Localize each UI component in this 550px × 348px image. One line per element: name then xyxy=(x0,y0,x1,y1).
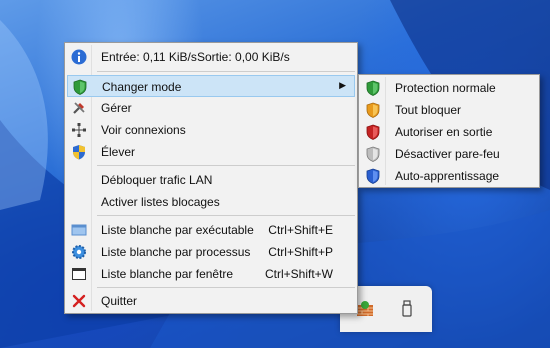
whitelist-exe-label: Liste blanche par exécutable xyxy=(101,223,254,237)
normal-protection-label: Protection normale xyxy=(395,81,496,95)
submenu-item-allow-outbound[interactable]: Autoriser en sortie xyxy=(361,121,537,143)
menu-item-quit[interactable]: Quitter xyxy=(67,290,355,312)
manage-label: Gérer xyxy=(101,101,132,115)
separator xyxy=(97,215,355,216)
gear-icon xyxy=(72,245,86,259)
quit-label: Quitter xyxy=(101,294,138,308)
submenu-item-normal-protection[interactable]: Protection normale xyxy=(361,77,537,99)
whitelist-process-label: Liste blanche par processus xyxy=(101,245,251,259)
firewall-tray-icon[interactable] xyxy=(356,300,374,318)
window-icon xyxy=(72,268,86,280)
uac-shield-icon xyxy=(73,145,85,160)
separator xyxy=(97,287,355,288)
view-connections-label: Voir connexions xyxy=(101,123,186,137)
menu-item-whitelist-exe[interactable]: Liste blanche par exécutable Ctrl+Shift+… xyxy=(67,219,355,241)
network-icon xyxy=(72,123,86,137)
whitelist-window-label: Liste blanche par fenêtre xyxy=(101,267,234,281)
enable-blocklists-label: Activer listes blocages xyxy=(101,195,220,209)
submenu-item-block-all[interactable]: Tout bloquer xyxy=(361,99,537,121)
change-mode-label: Changer mode xyxy=(102,80,182,94)
usb-drive-icon[interactable] xyxy=(398,300,416,318)
disable-firewall-label: Désactiver pare-feu xyxy=(395,147,500,161)
close-x-icon xyxy=(72,294,86,308)
submenu-arrow-icon: ▶ xyxy=(339,80,346,90)
shield-blue-icon xyxy=(366,168,380,184)
shield-red-icon xyxy=(366,124,380,140)
menu-item-whitelist-window[interactable]: Liste blanche par fenêtre Ctrl+Shift+W xyxy=(67,263,355,285)
change-mode-submenu: Protection normale Tout bloquer Autorise… xyxy=(358,74,540,188)
shield-gray-icon xyxy=(366,146,380,162)
menu-item-traffic-status: Entrée: 0,11 KiB/s Sortie: 0,00 KiB/s xyxy=(67,46,355,68)
tools-icon xyxy=(73,102,85,114)
shield-orange-icon xyxy=(366,102,380,118)
menu-item-manage[interactable]: Gérer xyxy=(67,97,355,119)
menu-item-elevate[interactable]: Élever xyxy=(67,141,355,163)
submenu-item-disable-firewall[interactable]: Désactiver pare-feu xyxy=(361,143,537,165)
shield-green-icon xyxy=(73,79,87,95)
allow-outbound-label: Autoriser en sortie xyxy=(395,125,493,139)
whitelist-process-shortcut: Ctrl+Shift+P xyxy=(268,245,333,259)
elevate-label: Élever xyxy=(101,145,136,159)
submenu-item-auto-learning[interactable]: Auto-apprentissage xyxy=(361,165,537,187)
separator xyxy=(97,165,355,166)
shield-green-icon xyxy=(366,80,380,96)
menu-item-view-connections[interactable]: Voir connexions xyxy=(67,119,355,141)
menu-item-whitelist-process[interactable]: Liste blanche par processus Ctrl+Shift+P xyxy=(67,241,355,263)
whitelist-window-shortcut: Ctrl+Shift+W xyxy=(264,267,333,281)
status-out-label: Sortie: 0,00 KiB/s xyxy=(197,50,290,64)
separator xyxy=(97,71,355,72)
unblock-lan-label: Débloquer trafic LAN xyxy=(101,173,213,187)
auto-learning-label: Auto-apprentissage xyxy=(395,169,500,183)
status-in-label: Entrée: 0,11 KiB/s xyxy=(101,50,197,64)
info-icon xyxy=(71,49,87,65)
whitelist-exe-shortcut: Ctrl+Shift+E xyxy=(268,223,333,237)
menu-item-change-mode[interactable]: Changer mode ▶ xyxy=(67,75,355,97)
firewall-context-menu: Entrée: 0,11 KiB/s Sortie: 0,00 KiB/s Ch… xyxy=(64,42,358,314)
menu-item-unblock-lan[interactable]: Débloquer trafic LAN xyxy=(67,169,355,191)
exe-icon xyxy=(71,224,87,236)
block-all-label: Tout bloquer xyxy=(395,103,462,117)
menu-item-enable-blocklists[interactable]: Activer listes blocages xyxy=(67,191,355,213)
